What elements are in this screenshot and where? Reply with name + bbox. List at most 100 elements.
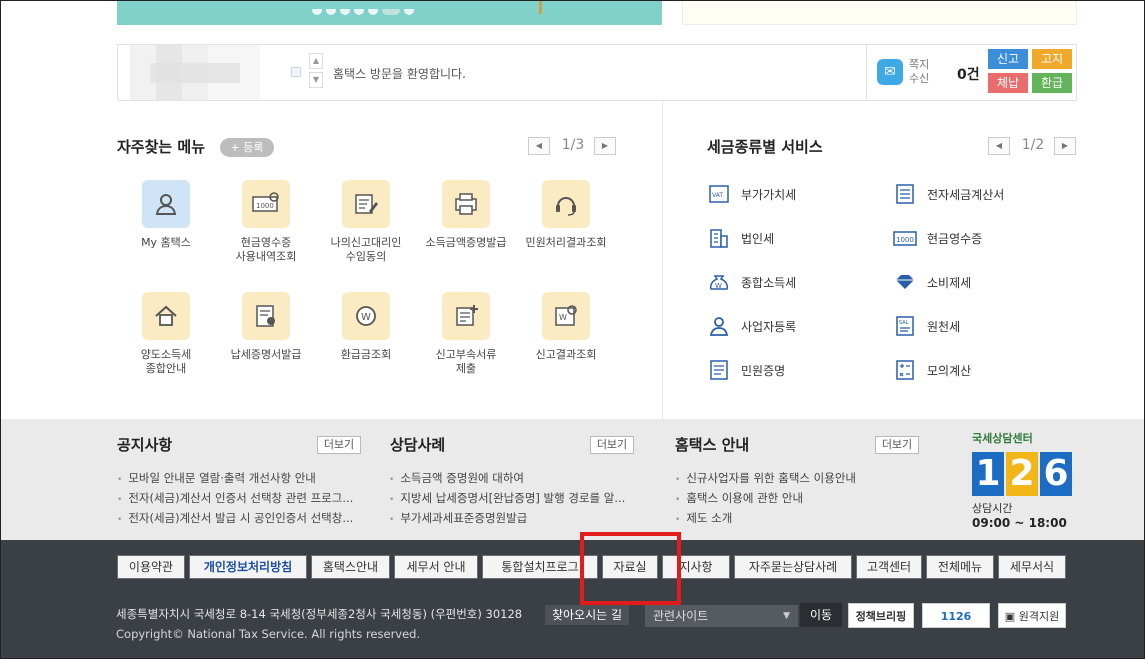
- fav-tax-payment-certificate[interactable]: 납세증명서발급: [218, 292, 314, 362]
- footer-link-tax-forms[interactable]: 세무서식: [998, 555, 1066, 579]
- list-item[interactable]: 홈택스 이용에 관한 안내: [675, 488, 915, 508]
- fav-label: 신고부속서류 제출: [435, 348, 497, 375]
- document-icon: [707, 359, 731, 381]
- fav-attached-docs[interactable]: 신고부속서류 제출: [418, 292, 514, 376]
- call-center-badge[interactable]: 1126: [922, 603, 990, 628]
- fav-label: 소득금액증명발급: [425, 236, 507, 249]
- next-page-button[interactable]: ▶: [594, 137, 616, 155]
- fav-income-certificate[interactable]: 소득금액증명발급: [418, 180, 514, 250]
- footer-link-faq[interactable]: 자주묻는상담사례: [734, 555, 852, 579]
- find-location-button[interactable]: 찾아오시는 길: [545, 605, 629, 625]
- highlight-box: [580, 532, 681, 605]
- guide-more-button[interactable]: 더보기: [875, 436, 919, 454]
- fav-label: 납세증명서발급: [230, 348, 302, 361]
- prev-page-button[interactable]: ◀: [528, 137, 550, 155]
- list-item[interactable]: 전자(세금)계산서 발급 시 공인인증서 선택창...: [117, 508, 362, 528]
- tax-withholding[interactable]: SAL 원천세: [893, 314, 960, 338]
- notice-list: 모바일 안내문 열람·출력 개선사항 안내 전자(세금)계산서 인증서 선택창 …: [117, 468, 362, 528]
- fav-complaint-result[interactable]: 민원처리결과조회: [518, 180, 614, 250]
- note-area[interactable]: ✉ 쪽지 수신 0건: [866, 45, 988, 100]
- svg-text:W: W: [715, 282, 722, 290]
- tax-income[interactable]: W 종합소득세: [707, 270, 796, 294]
- tax-call-center[interactable]: 국세상담센터 1 2 6 상담시간 09:00 ~ 18:00: [972, 430, 1082, 530]
- tax-vat[interactable]: VAT 부가가치세: [707, 182, 796, 206]
- certificate-icon: [242, 292, 290, 340]
- move-button[interactable]: 이동: [800, 603, 842, 627]
- tax-civil-certificate[interactable]: 민원증명: [707, 358, 785, 382]
- calculator-icon: [893, 183, 917, 205]
- receipt-icon: 1000: [242, 180, 290, 228]
- fav-label: 민원처리결과조회: [525, 236, 607, 249]
- favorites-pager: ◀ 1/3 ▶: [528, 137, 618, 155]
- footer-link-tax-office[interactable]: 세무서 안내: [394, 555, 478, 579]
- note-count: 0건: [957, 67, 980, 83]
- register-favorite-button[interactable]: + 등록: [220, 138, 274, 157]
- quick-notice-button[interactable]: 고지: [1032, 49, 1072, 69]
- calc-icon: [893, 359, 917, 381]
- fav-cash-receipt-history[interactable]: 1000 현금영수증 사용내역조회: [218, 180, 314, 264]
- vat-icon: VAT: [707, 183, 731, 205]
- section-divider: [662, 101, 663, 419]
- quick-arrears-button[interactable]: 체납: [988, 73, 1028, 93]
- notice-title: 공지사항: [117, 436, 173, 454]
- fav-my-hometax[interactable]: My 홈택스: [118, 180, 214, 250]
- svg-text:1000: 1000: [896, 236, 914, 244]
- remote-support-badge[interactable]: ▣ 원격지원: [998, 603, 1066, 628]
- next-page-button[interactable]: ▶: [1054, 137, 1076, 155]
- fav-label: My 홈택스: [141, 236, 191, 249]
- banner-decoration: [539, 0, 542, 14]
- guide-title: 홈택스 안내: [675, 436, 750, 454]
- fav-report-result[interactable]: W 신고결과조회: [518, 292, 614, 362]
- prev-page-button[interactable]: ◀: [988, 137, 1010, 155]
- list-item[interactable]: 제도 소개: [675, 508, 915, 528]
- refund-icon: W: [342, 292, 390, 340]
- notice-more-button[interactable]: 더보기: [317, 436, 361, 454]
- footer-link-terms[interactable]: 이용약관: [117, 555, 185, 579]
- tax-business-registration[interactable]: 사업자등록: [707, 314, 796, 338]
- footer-link-hometax-guide[interactable]: 홈택스안내: [311, 555, 390, 579]
- policy-briefing-badge[interactable]: 정책브리핑: [848, 603, 914, 628]
- tax-simulation[interactable]: 모의계산: [893, 358, 971, 382]
- building-icon: [707, 227, 731, 249]
- banner-indicator-dots[interactable]: [312, 0, 462, 15]
- svg-text:VAT: VAT: [712, 192, 723, 199]
- cases-more-button[interactable]: 더보기: [590, 436, 634, 454]
- quick-refund-button[interactable]: 환급: [1032, 73, 1072, 93]
- list-item[interactable]: 소득금액 증명원에 대하여: [389, 468, 639, 488]
- list-item[interactable]: 부가세과세표준증명원발급: [389, 508, 639, 528]
- chevron-down-icon[interactable]: ▼: [309, 72, 323, 88]
- diamond-icon: [893, 271, 917, 293]
- salary-doc-icon: SAL: [893, 315, 917, 337]
- footer-address: 세종특별자치시 국세청로 8-14 국세청(정부세종2청사 국세청동) (우편번…: [116, 607, 523, 621]
- tax-consumption[interactable]: 소비제세: [893, 270, 971, 294]
- fav-label: 현금영수증 사용내역조회: [235, 236, 297, 263]
- svg-text:W: W: [559, 313, 567, 322]
- list-item[interactable]: 지방세 납세증명서[완납증명] 발행 경로를 알...: [389, 488, 639, 508]
- chevron-up-icon[interactable]: ▲: [309, 53, 323, 69]
- quick-report-button[interactable]: 신고: [988, 49, 1028, 69]
- guide-list: 신규사업자를 위한 홈택스 이용안내 홈택스 이용에 관한 안내 제도 소개: [675, 468, 915, 528]
- footer-link-privacy[interactable]: 개인정보처리방침: [189, 555, 307, 579]
- top-banner[interactable]: [117, 0, 662, 25]
- footer-link-all-menu[interactable]: 전체메뉴: [926, 555, 994, 579]
- copyright: Copyright© National Tax Service. All rig…: [116, 627, 421, 641]
- monitor-icon: ▣: [1004, 610, 1016, 623]
- list-item[interactable]: 모바일 안내문 열람·출력 개선사항 안내: [117, 468, 362, 488]
- fav-refund-inquiry[interactable]: W 환급금조회: [318, 292, 414, 362]
- printer-icon: [442, 180, 490, 228]
- list-item[interactable]: 신규사업자를 위한 홈택스 이용안내: [675, 468, 915, 488]
- fav-transfer-tax-guide[interactable]: 양도소득세 종합안내: [118, 292, 214, 376]
- list-item[interactable]: 전자(세금)계산서 인증서 선택창 관련 프로그...: [117, 488, 362, 508]
- tax-corporate[interactable]: 법인세: [707, 226, 774, 250]
- cash-receipt-icon: 1000: [893, 227, 917, 249]
- tax-cash-receipt[interactable]: 1000 현금영수증: [893, 226, 982, 250]
- notice-toggle-button[interactable]: [291, 67, 301, 77]
- tax-e-invoice[interactable]: 전자세금계산서: [893, 182, 1004, 206]
- fav-agent-consent[interactable]: 나의신고대리인 수임동의: [318, 180, 414, 264]
- headset-icon: [542, 180, 590, 228]
- related-site-select[interactable]: 관련사이트 ▼: [645, 605, 798, 627]
- welcome-bar: ▲ ▼ 홈택스 방문을 환영합니다. ✉ 쪽지 수신 0건 신고 고지 체납 환급: [117, 44, 1077, 101]
- chevron-down-icon: ▼: [783, 611, 790, 621]
- footer-link-customer-center[interactable]: 고객센터: [856, 555, 922, 579]
- user-icon: [142, 180, 190, 228]
